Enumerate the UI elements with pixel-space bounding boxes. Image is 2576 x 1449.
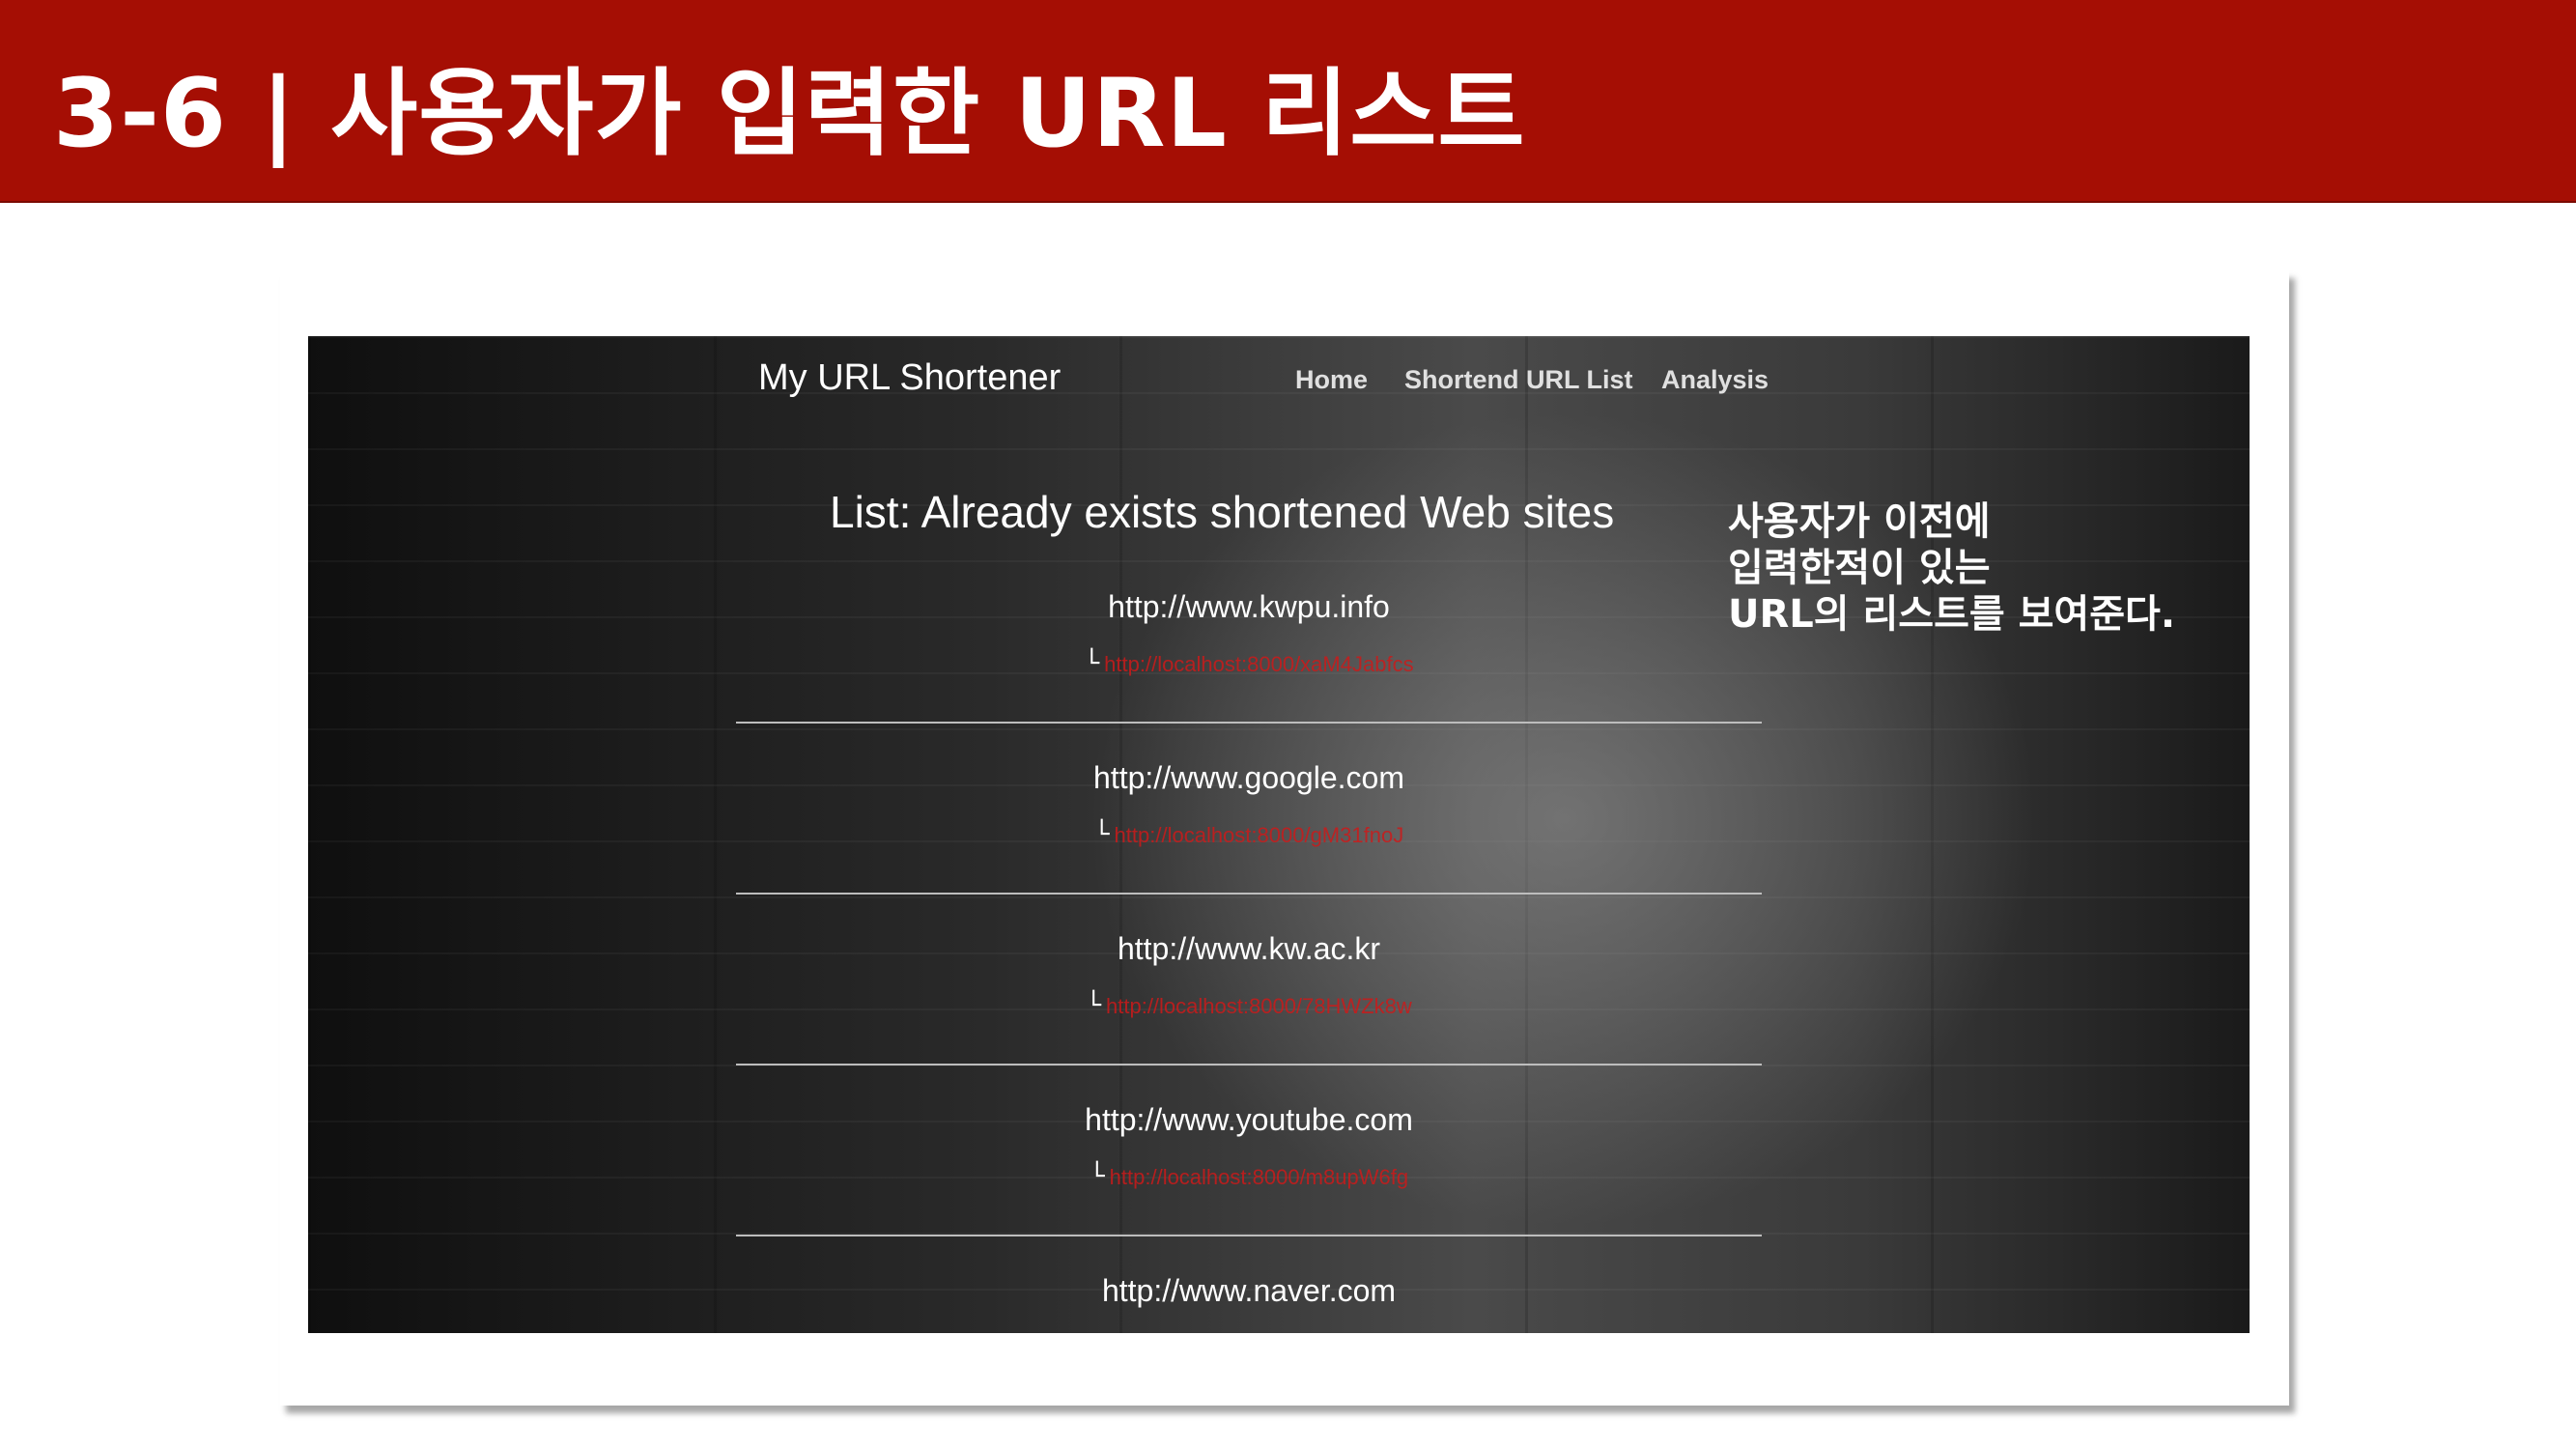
nav-shortend-url-list[interactable]: Shortend URL List bbox=[1404, 365, 1633, 395]
short-url-link[interactable]: http://localhost:8000/78HWZk8w bbox=[1106, 994, 1412, 1018]
list-divider bbox=[736, 722, 1762, 724]
short-url-row: └ http://localhost:8000/gM31fnoJ bbox=[736, 820, 1762, 849]
annotation-note: 사용자가 이전에 입력한적이 있는 URL의 리스트를 보여준다. bbox=[1728, 498, 2175, 638]
nav-home[interactable]: Home bbox=[1295, 365, 1368, 395]
corner-arrow-icon: └ bbox=[1086, 991, 1101, 1020]
nav-analysis[interactable]: Analysis bbox=[1661, 365, 1769, 395]
short-url-row: └ http://localhost:8000/m8upW6fg bbox=[736, 1162, 1762, 1191]
list-divider bbox=[736, 893, 1762, 895]
brand-logo[interactable]: My URL Shortener bbox=[758, 357, 1061, 399]
original-url-link[interactable]: http://www.naver.com bbox=[736, 1273, 1762, 1309]
corner-arrow-icon: └ bbox=[1084, 649, 1100, 678]
short-url-link[interactable]: http://localhost:8000/m8upW6fg bbox=[1110, 1165, 1408, 1189]
short-url-row: └ http://localhost:8000/78HWZk8w bbox=[736, 991, 1762, 1020]
list-heading: List: Already exists shortened Web sites bbox=[830, 487, 1615, 537]
annotation-line: URL의 리스트를 보여준다. bbox=[1728, 592, 2176, 637]
corner-arrow-icon: └ bbox=[1089, 1162, 1105, 1191]
list-divider bbox=[736, 1235, 1762, 1236]
list-divider bbox=[736, 1064, 1762, 1065]
short-url-row: └ http://localhost:8000/xaM4Jabfcs bbox=[736, 649, 1762, 678]
original-url-link[interactable]: http://www.kwpu.info bbox=[736, 589, 1762, 625]
short-url-link[interactable]: http://localhost:8000/xaM4Jabfcs bbox=[1104, 652, 1413, 676]
original-url-link[interactable]: http://www.google.com bbox=[736, 760, 1762, 796]
short-url-link[interactable]: http://localhost:8000/gM31fnoJ bbox=[1115, 823, 1404, 847]
corner-arrow-icon: └ bbox=[1093, 820, 1110, 849]
annotation-line: 사용자가 이전에 bbox=[1728, 499, 1991, 544]
app-screenshot: My URL Shortener Home Shortend URL List … bbox=[308, 336, 2250, 1333]
slide-header-bar: 3-6 | 사용자가 입력한 URL 리스트 bbox=[0, 0, 2576, 203]
original-url-link[interactable]: http://www.kw.ac.kr bbox=[736, 931, 1762, 967]
slide-title: 3-6 | 사용자가 입력한 URL 리스트 bbox=[53, 59, 1526, 169]
original-url-link[interactable]: http://www.youtube.com bbox=[736, 1102, 1762, 1138]
annotation-line: 입력한적이 있는 bbox=[1728, 546, 1991, 590]
